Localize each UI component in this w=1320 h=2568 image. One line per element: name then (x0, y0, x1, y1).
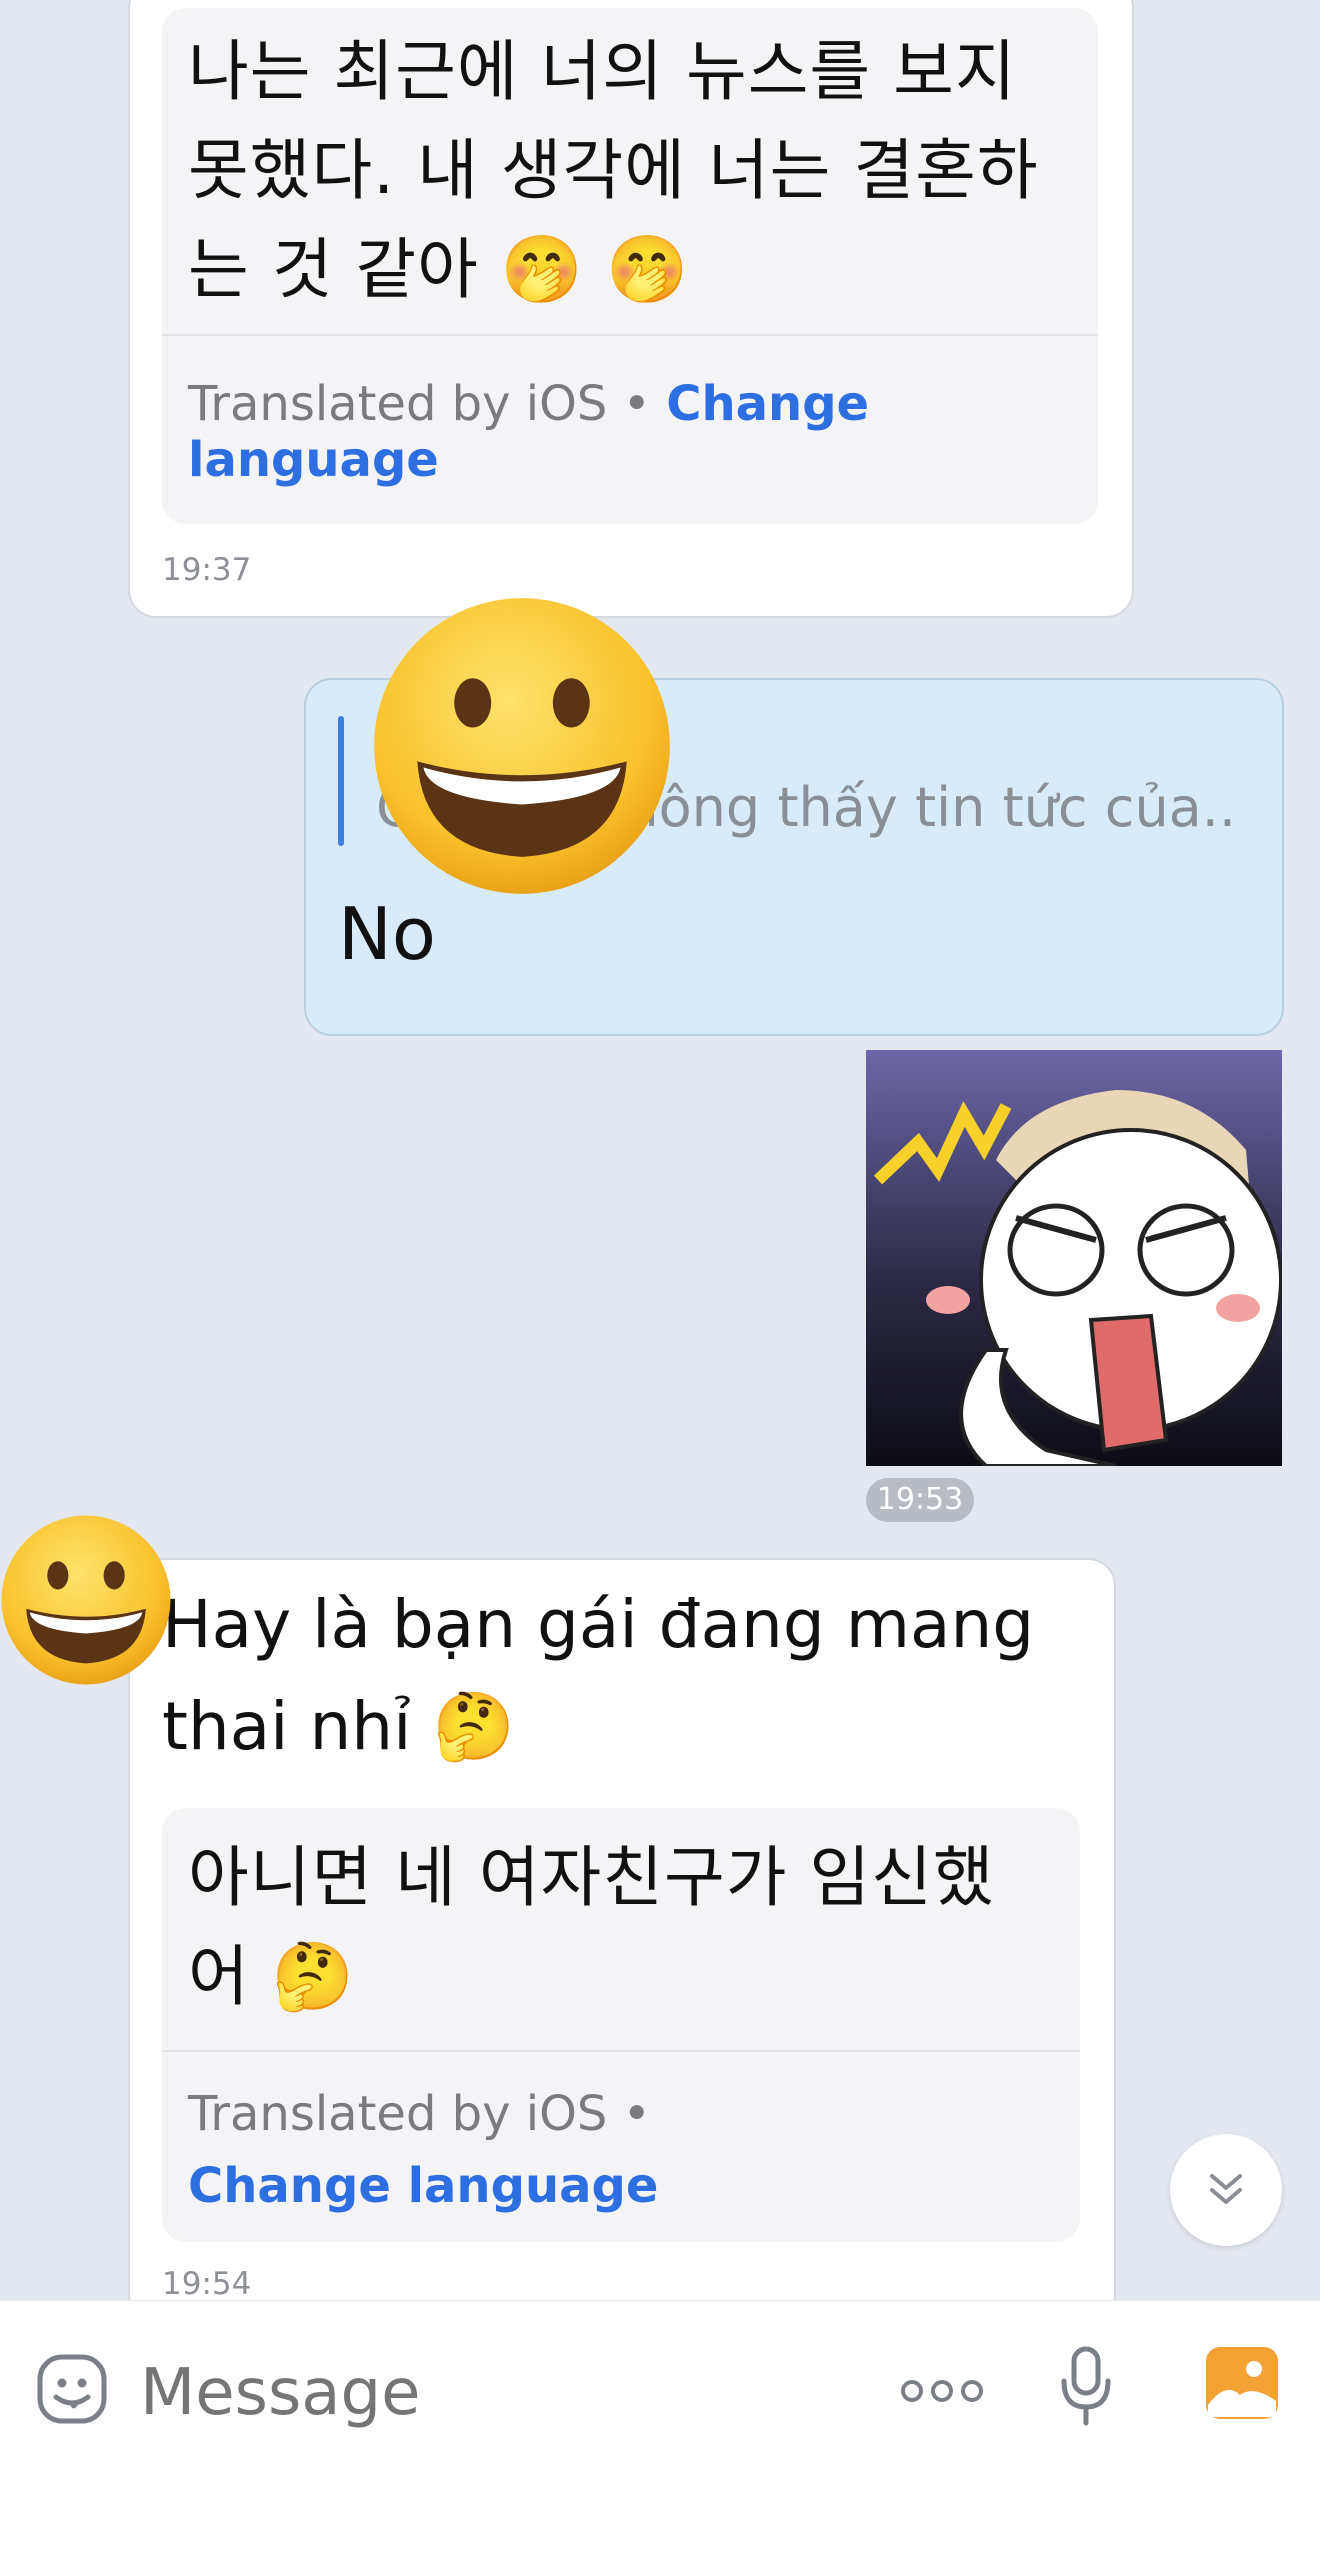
translation-box: 아니면 네 여자친구가 임신했어 🤔 Translated by iOS • C… (162, 1808, 1080, 2242)
quote-bar (338, 716, 344, 846)
sticker-time: 19:53 (866, 1478, 974, 1522)
translated-by-label: Translated by iOS • (188, 2086, 651, 2142)
translated-by-note: Translated by iOS • Change language (188, 376, 1088, 488)
message-text: Hay là bạn gái đang mang thai nhỉ 🤔 (162, 1586, 1035, 1765)
grinning-face-icon (1, 1515, 171, 1685)
grinning-face-icon (374, 598, 670, 894)
double-chevron-down-icon (1210, 2174, 1242, 2204)
translation-text: 아니면 네 여자친구가 임신했어 🤔 (188, 1839, 995, 2015)
more-options-icon[interactable] (900, 2373, 984, 2409)
message-time: 19:37 (162, 552, 252, 588)
message-time: 19:54 (162, 2266, 252, 2302)
message-bubble-incoming[interactable]: Hay là bạn gái đang mang thai nhỉ 🤔 아니면 … (128, 1558, 1116, 2322)
translation-box: 나는 최근에 너의 뉴스를 보지 못했다. 내 생각에 너는 결혼하는 것 같아… (162, 8, 1098, 524)
divider (162, 334, 1098, 336)
sticker-face-icon[interactable] (36, 2353, 108, 2425)
change-language-link[interactable]: Change language (188, 2158, 658, 2214)
photo-gallery-icon[interactable] (1204, 2345, 1280, 2421)
message-input-bar (0, 2300, 1320, 2568)
message-text: No (338, 892, 436, 976)
angry-sticker-image[interactable] (866, 1050, 1282, 1466)
translated-by-label: Translated by iOS • (188, 376, 651, 432)
scroll-to-bottom-button[interactable] (1170, 2134, 1282, 2246)
translation-text: 나는 최근에 너의 뉴스를 보지 못했다. 내 생각에 너는 결혼하는 것 같아… (188, 33, 1039, 308)
message-bubble-incoming[interactable]: 나는 최근에 너의 뉴스를 보지 못했다. 내 생각에 너는 결혼하는 것 같아… (128, 0, 1134, 618)
microphone-icon[interactable] (1058, 2345, 1114, 2429)
divider (162, 2050, 1080, 2052)
message-input[interactable] (138, 2347, 842, 2439)
